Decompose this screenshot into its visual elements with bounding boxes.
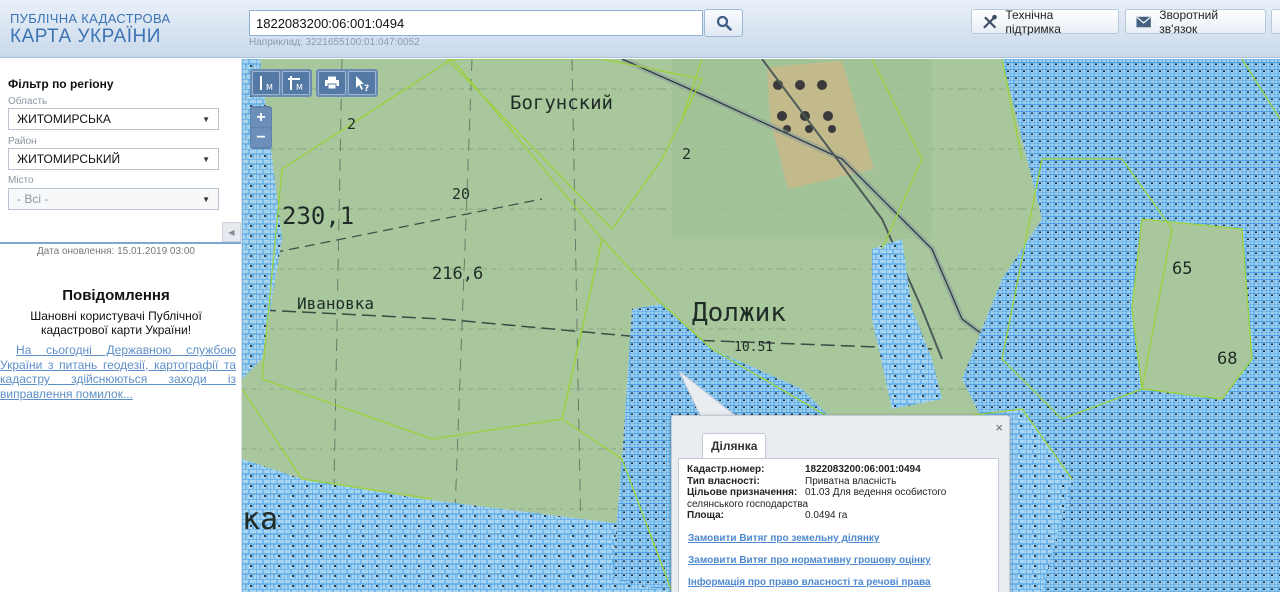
map-label-2: 2 [347, 115, 356, 133]
info-value: 1822083200:06:001:0494 [805, 464, 921, 475]
map-label-ka: ка [242, 502, 278, 537]
map-toolbar: M M ? [250, 69, 378, 97]
map-label-68: 68 [1217, 349, 1237, 369]
notice-title: Повідомлення [62, 287, 170, 304]
header: ПУБЛІЧНА КАДАСТРОВА КАРТА УКРАЇНИ Наприк… [0, 0, 1280, 58]
dropdown-arrow-icon: ▼ [202, 194, 210, 204]
search-example-hint: Наприклад: 3221655100:01:047:0052 [249, 37, 420, 48]
parcel-info-popup: × Ділянка Кадастр.номер: 1822083200:06:0… [671, 415, 1010, 592]
region-filter-sidebar: Фільтр по регіону Область ЖИТОМИРСЬКА ▼ … [0, 59, 242, 592]
order-parcel-extract-link[interactable]: Замовити Витяг про земельну ділянку [688, 533, 879, 544]
city-select-value: - Всі - [17, 192, 49, 206]
search-button[interactable] [704, 9, 743, 37]
tab-parcel[interactable]: Ділянка [702, 433, 767, 458]
technical-support-label: Технічна підтримка [1005, 7, 1061, 36]
info-row-purpose: Цільове призначення: 01.03 Для ведення о… [687, 487, 992, 499]
info-key: Кадастр.номер: [687, 464, 765, 475]
zoom-out-button[interactable]: − [251, 128, 271, 147]
district-label: Район [8, 136, 37, 147]
chevron-left-icon: ◀ [228, 227, 235, 237]
envelope-icon [1136, 16, 1151, 27]
sidebar-divider [0, 242, 241, 244]
region-label: Область [8, 96, 48, 107]
feedback-label: Зворотний зв'язок [1159, 7, 1219, 36]
map-label-bogunsky: Богунский [510, 92, 613, 114]
cadastral-search-input[interactable] [249, 10, 703, 36]
notice-text: Шановні користувачі Публічної кадастрово… [30, 309, 202, 337]
dropdown-arrow-icon: ▼ [202, 114, 210, 124]
cadastral-map[interactable]: Богунский Должик Ивановка ка 230,1 216,6… [242, 59, 1280, 592]
map-label-ivanovka: Ивановка [297, 294, 374, 313]
info-key: Площа: [687, 510, 724, 521]
region-select[interactable]: ЖИТОМИРСЬКА ▼ [8, 108, 219, 130]
feedback-button[interactable]: Зворотний зв'язок [1125, 7, 1266, 36]
map-label-10-51: 10.51 [734, 340, 773, 355]
printer-icon [325, 76, 339, 90]
info-value: селянського господарства [687, 498, 809, 510]
popup-pointer [679, 371, 739, 418]
info-value: 01.03 Для ведення особистого [805, 487, 947, 498]
print-button[interactable] [318, 71, 346, 95]
ruler-area-icon: M [288, 76, 303, 92]
map-label-20: 20 [452, 185, 470, 203]
zoom-in-button[interactable]: + [251, 108, 271, 127]
info-row-ownership-type: Тип власності: Приватна власність [687, 476, 992, 488]
dropdown-arrow-icon: ▼ [202, 154, 210, 164]
parcel-attributes: Кадастр.номер: 1822083200:06:001:0494 Ти… [687, 464, 992, 522]
parcel-info-body: Кадастр.номер: 1822083200:06:001:0494 Ти… [678, 458, 999, 592]
info-row-purpose-cont: селянського господарства [687, 499, 992, 511]
map-label-dolzhik: Должик [692, 298, 786, 328]
filter-title: Фільтр по регіону [8, 77, 114, 91]
tools-icon [983, 14, 997, 29]
svg-text:M: M [266, 83, 273, 92]
measure-distance-button[interactable]: M [252, 71, 280, 95]
search-icon [716, 15, 732, 31]
map-label-230: 230,1 [282, 202, 354, 230]
misc-tools: ? [316, 69, 378, 97]
order-valuation-extract-link[interactable]: Замовити Витяг про нормативну грошову оц… [688, 555, 931, 566]
logo-line-2: КАРТА УКРАЇНИ [10, 26, 161, 47]
collapse-sidebar-button[interactable]: ◀ [222, 222, 241, 242]
header-extra-button[interactable] [1271, 9, 1280, 34]
district-select[interactable]: ЖИТОМИРСЬКИЙ ▼ [8, 148, 219, 170]
close-icon[interactable]: × [995, 420, 1003, 435]
city-select[interactable]: - Всі - ▼ [8, 188, 219, 210]
map-label-216: 216,6 [432, 264, 483, 284]
measure-tools: M M [250, 69, 312, 97]
svg-text:M: M [296, 83, 303, 92]
region-select-value: ЖИТОМИРСЬКА [17, 112, 111, 126]
notice-link[interactable]: На сьогодні Державною службою України з … [0, 343, 236, 401]
info-value: 0.0494 га [805, 510, 848, 521]
identify-button[interactable]: ? [348, 71, 376, 95]
zoom-control: + − [250, 106, 272, 149]
svg-text:?: ? [364, 84, 369, 92]
logo[interactable]: ПУБЛІЧНА КАДАСТРОВА КАРТА УКРАЇНИ [10, 12, 170, 46]
logo-line-1: ПУБЛІЧНА КАДАСТРОВА [10, 11, 171, 26]
city-label: Місто [8, 175, 34, 186]
measure-area-button[interactable]: M [282, 71, 310, 95]
map-label-65: 65 [1172, 259, 1192, 279]
district-select-value: ЖИТОМИРСЬКИЙ [17, 152, 121, 166]
info-row-area: Площа: 0.0494 га [687, 510, 992, 522]
info-key: Цільове призначення: [687, 487, 798, 498]
info-key: Тип власності: [687, 475, 760, 487]
pointer-help-icon: ? [356, 76, 369, 92]
info-row-cadastral-number: Кадастр.номер: 1822083200:06:001:0494 [687, 464, 992, 476]
technical-support-button[interactable]: Технічна підтримка [971, 7, 1119, 36]
ruler-distance-icon: M [260, 76, 273, 92]
update-date: Дата оновлення: 15.01.2019 03:00 [37, 246, 195, 257]
map-label-2b: 2 [682, 145, 691, 163]
info-value: Приватна власність [805, 475, 897, 487]
ownership-info-link[interactable]: Інформація про право власності та речові… [688, 577, 931, 588]
